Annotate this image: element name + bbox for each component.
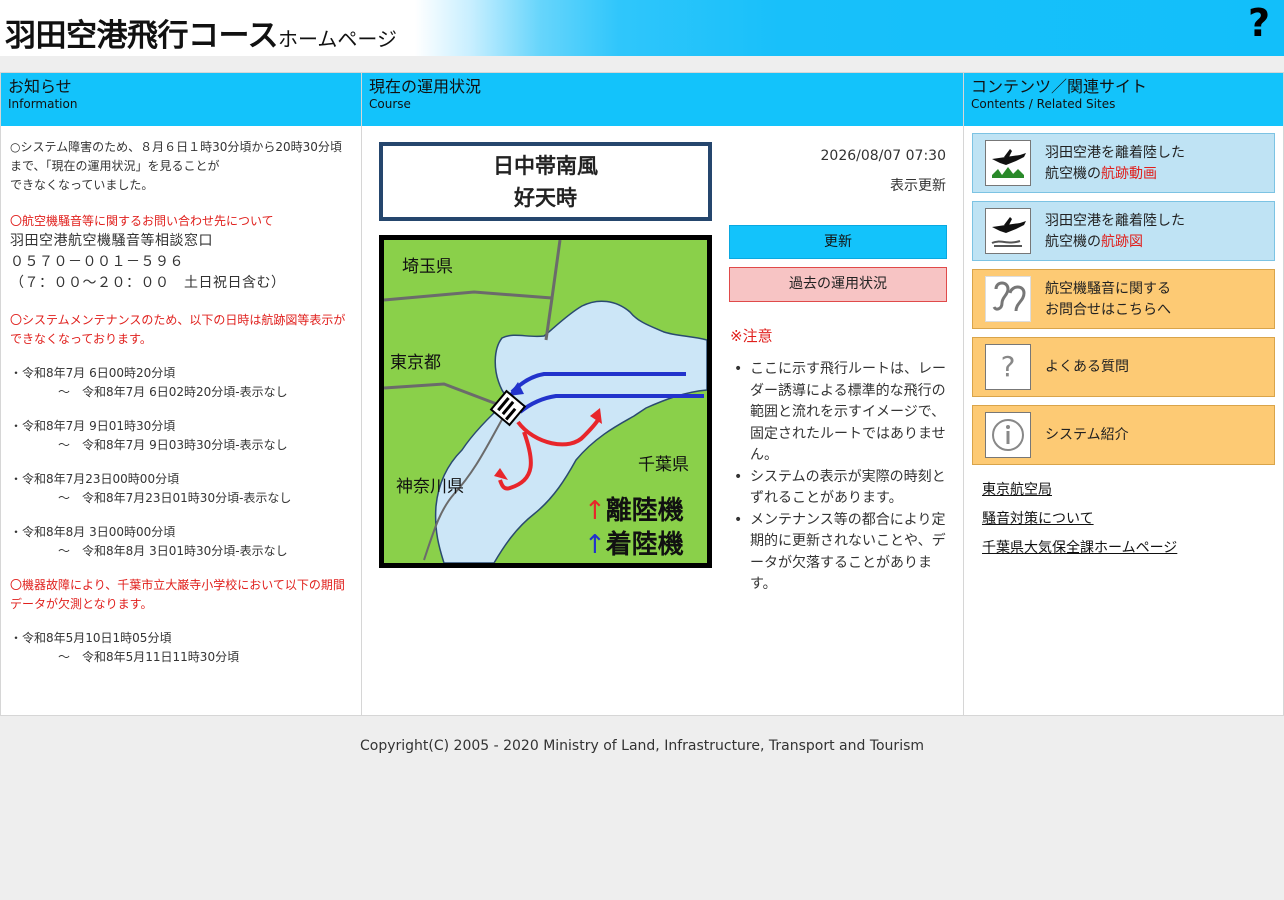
inquiry-phone: ０５７０－００１－５９６: [10, 254, 184, 270]
noise-inquiry-label: 航空機騒音に関する お問合せはこちらへ: [1045, 279, 1171, 321]
course-header: 現在の運用状況 Course: [362, 73, 963, 126]
chiba-air-link[interactable]: 千葉県大気保全課ホームページ: [982, 537, 1177, 557]
outage-notice-line: できなくなっていました。: [10, 178, 154, 192]
legend-departure-label: 離陸機: [605, 496, 684, 526]
noise-measures-link[interactable]: 騒音対策について: [982, 508, 1094, 528]
status-datetime: 2026/08/07 07:30: [820, 148, 947, 164]
information-body: ○システム障害のため、８月６日１時30分頃から20時30分頃 まで、「現在の運用…: [1, 126, 361, 679]
related-sites-panel: コンテンツ／関連サイト Contents / Related Sites 羽田空…: [963, 72, 1284, 716]
flight-track-movie-label: 羽田空港を離着陸した 航空機の航跡動画: [1045, 143, 1185, 185]
maintenance-schedule-end: ～ 令和8年7月 9日03時30分頃-表示なし: [58, 438, 288, 452]
operation-wind: 日中帯南風: [493, 154, 598, 178]
help-icon[interactable]: ?: [1248, 1, 1270, 45]
movie-label-line1: 羽田空港を離着陸した: [1045, 145, 1185, 161]
departure-arrow-icon: ↑: [584, 496, 606, 526]
map-label-tokyo: 東京都: [390, 353, 441, 373]
legend-departure: ↑離陸機: [584, 494, 684, 528]
update-button[interactable]: 更新: [729, 225, 947, 259]
airplane-map-icon: [985, 208, 1031, 254]
map-label-chiba: 千葉県: [638, 455, 689, 475]
map-legend: ↑離陸機 ↑着陸機: [584, 494, 684, 562]
fault-heading: 〇機器故障により、千葉市立大巌寺小学校において以下の期間: [10, 578, 345, 592]
site-title-sub: ホームページ: [277, 27, 397, 51]
info-icon: [985, 412, 1031, 458]
operation-weather: 好天時: [514, 186, 577, 210]
fault-period-end: ～ 令和8年5月11日11時30分頃: [58, 650, 240, 664]
faq-label: よくある質問: [1045, 359, 1129, 375]
inquiry-office: 羽田空港航空機騒音等相談窓口: [10, 233, 213, 249]
footer-copyright: Copyright(C) 2005 - 2020 Ministry of Lan…: [359, 738, 925, 754]
notice-title: ※注意: [730, 327, 773, 345]
information-panel: お知らせ Information ○システム障害のため、８月６日１時30分頃から…: [0, 72, 362, 716]
maintenance-schedule-end: ～ 令和8年7月 6日02時20分頃-表示なし: [58, 385, 288, 399]
map-label-saitama: 埼玉県: [402, 257, 453, 277]
fault-heading: データが欠測となります。: [10, 597, 153, 611]
maintenance-schedule-end: ～ 令和8年8月 3日01時30分頃-表示なし: [58, 544, 288, 558]
movie-label-line2: 航空機の航跡動画: [1045, 164, 1185, 185]
flight-track-movie-button[interactable]: 羽田空港を離着陸した 航空機の航跡動画: [972, 133, 1275, 193]
flight-course-map: 埼玉県 東京都 神奈川県 千葉県 ↑離陸機 ↑着陸機: [379, 235, 712, 568]
map-label-prefix: 航空機の: [1045, 234, 1101, 250]
course-panel: 現在の運用状況 Course 日中帯南風 好天時 埼玉県 東京都 神奈川県 千葉…: [361, 72, 964, 716]
past-operations-button[interactable]: 過去の運用状況: [729, 267, 947, 302]
noise-inquiry-button[interactable]: 航空機騒音に関する お問合せはこちらへ: [972, 269, 1275, 329]
display-refresh-link[interactable]: 表示更新: [890, 175, 946, 195]
course-title-en: Course: [369, 97, 411, 111]
map-label-line1: 羽田空港を離着陸した: [1045, 213, 1185, 229]
related-header: コンテンツ／関連サイト Contents / Related Sites: [964, 73, 1283, 126]
course-title: 現在の運用状況: [369, 77, 482, 96]
outage-notice-line: ○システム障害のため、８月６日１時30分頃から20時30分頃: [10, 140, 342, 154]
site-title[interactable]: 羽田空港飛行コースホームページ: [5, 10, 397, 55]
notice-item: システムの表示が実際の時刻とずれることがあります。: [730, 467, 950, 510]
ear-icon: [985, 276, 1031, 322]
maintenance-schedule-end: ～ 令和8年7月23日01時30分頃-表示なし: [58, 491, 292, 505]
map-label-line2: 航空機の航跡図: [1045, 232, 1185, 253]
maintenance-schedule-start: ・令和8年7月 9日01時30分頃: [10, 419, 176, 433]
related-title-en: Contents / Related Sites: [971, 97, 1116, 111]
site-title-main: 羽田空港飛行コース: [5, 18, 278, 54]
map-label-kanagawa: 神奈川県: [396, 477, 464, 497]
arrival-arrow-icon: ↑: [584, 530, 606, 560]
system-intro-label: システム紹介: [1045, 427, 1129, 443]
map-label-highlight: 航跡図: [1101, 234, 1143, 250]
airplane-movie-icon: [985, 140, 1031, 186]
inquiry-heading: 〇航空機騒音等に関するお問い合わせ先について: [10, 214, 274, 228]
faq-button[interactable]: ? よくある質問: [972, 337, 1275, 397]
information-title-en: Information: [8, 97, 78, 111]
site-header: 羽田空港飛行コースホームページ ?: [0, 0, 1284, 56]
legend-arrival-label: 着陸機: [605, 530, 684, 560]
flight-track-map-button[interactable]: 羽田空港を離着陸した 航空機の航跡図: [972, 201, 1275, 261]
notice-list: ここに示す飛行ルートは、レーダー誘導による標準的な飛行の範囲と流れを示すイメージ…: [730, 359, 950, 596]
legend-arrival: ↑着陸機: [584, 528, 684, 562]
information-header: お知らせ Information: [1, 73, 361, 126]
movie-label-highlight: 航跡動画: [1101, 166, 1157, 182]
maintenance-heading: 〇システムメンテナンスのため、以下の日時は航跡図等表示が: [10, 313, 346, 327]
outage-notice-line: まで、「現在の運用状況」を見ることが: [10, 159, 220, 173]
movie-label-prefix: 航空機の: [1045, 166, 1101, 182]
maintenance-schedule-start: ・令和8年7月23日00時00分頃: [10, 472, 180, 486]
tokyo-aviation-link[interactable]: 東京航空局: [982, 479, 1052, 499]
maintenance-heading: できなくなっております。: [10, 332, 152, 346]
noise-label-line2: お問合せはこちらへ: [1045, 302, 1171, 318]
inquiry-hours: （７：００～２０：００ 土日祝日含む）: [10, 275, 286, 291]
noise-label-line1: 航空機騒音に関する: [1045, 281, 1171, 297]
information-title: お知らせ: [8, 77, 72, 96]
operation-status-box: 日中帯南風 好天時: [379, 142, 712, 221]
notice-item: メンテナンス等の都合により定期的に更新されないことや、データが欠落することがあり…: [730, 510, 950, 596]
flight-track-map-label: 羽田空港を離着陸した 航空機の航跡図: [1045, 211, 1185, 253]
question-icon: ?: [985, 344, 1031, 390]
maintenance-schedule-start: ・令和8年8月 3日00時00分頃: [10, 525, 176, 539]
related-title: コンテンツ／関連サイト: [971, 77, 1148, 96]
fault-period-start: ・令和8年5月10日1時05分頃: [10, 631, 172, 645]
notice-item: ここに示す飛行ルートは、レーダー誘導による標準的な飛行の範囲と流れを示すイメージ…: [730, 359, 950, 467]
system-intro-button[interactable]: システム紹介: [972, 405, 1275, 465]
maintenance-schedule-start: ・令和8年7月 6日00時20分頃: [10, 366, 176, 380]
